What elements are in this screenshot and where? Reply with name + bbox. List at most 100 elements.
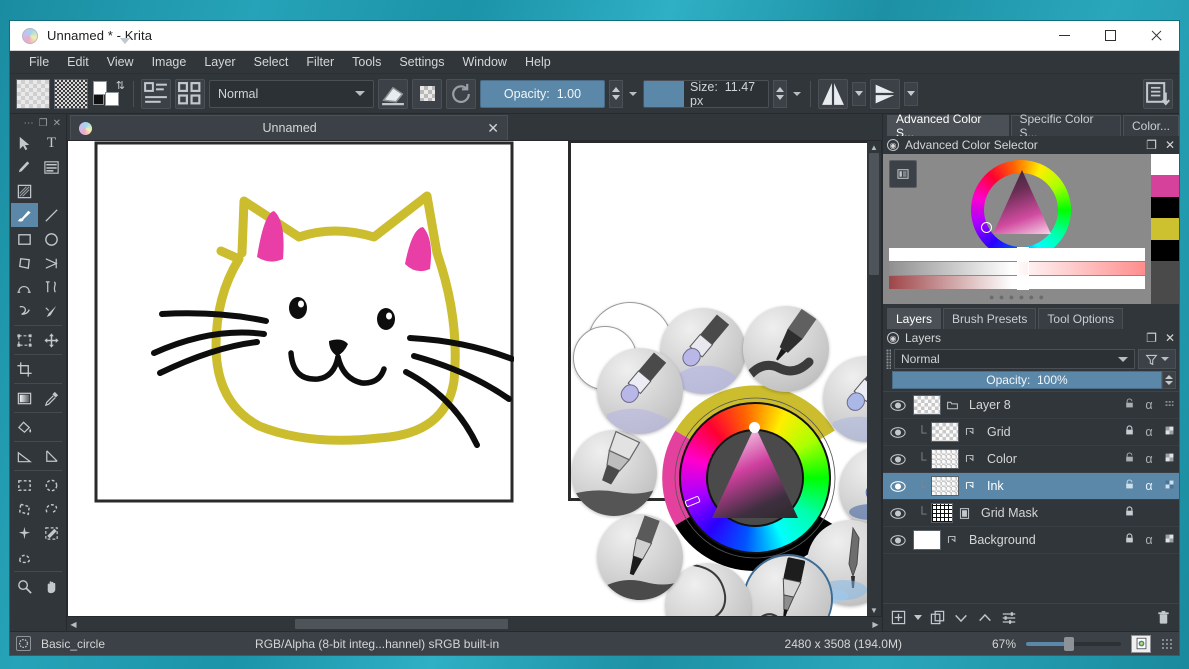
minimize-button[interactable] [1041, 21, 1087, 50]
layer-name[interactable]: Grid Mask [975, 506, 1119, 520]
document-tab[interactable]: Unnamed ✕ [70, 115, 508, 140]
layer-style-icon[interactable] [1159, 533, 1179, 547]
elliptical-selection-tool[interactable] [38, 473, 65, 497]
layer-list[interactable]: Layer 8 α [883, 391, 1179, 603]
layer-name[interactable]: Background [963, 533, 1119, 547]
history-swatch-3[interactable] [1151, 218, 1179, 239]
layer-opacity-slider[interactable]: Opacity: 100% [892, 371, 1162, 389]
mirror-horizontal-button[interactable] [818, 79, 848, 109]
mirror-vertical-button[interactable] [870, 79, 900, 109]
layer-lock-icon[interactable] [1119, 452, 1139, 466]
history-swatch-2[interactable] [1151, 197, 1179, 218]
layer-alpha-icon[interactable]: α [1139, 452, 1159, 466]
layer-alpha-icon[interactable]: α [1139, 425, 1159, 439]
layer-style-icon[interactable] [1159, 398, 1179, 412]
layer-blending-mode-combobox[interactable]: Normal [894, 349, 1135, 369]
mirror-horizontal-options[interactable] [852, 82, 866, 106]
layer-thumbnail[interactable] [931, 503, 953, 523]
table-row[interactable]: └ Grid α [883, 419, 1179, 446]
tab-tool-options[interactable]: Tool Options [1038, 308, 1123, 329]
workspace-chooser-button[interactable] [1143, 79, 1173, 109]
move-layer-up-button[interactable] [977, 610, 993, 626]
add-layer-button[interactable] [891, 610, 906, 625]
polygonal-selection-tool[interactable] [11, 497, 38, 521]
layer-visibility-toggle[interactable] [883, 399, 913, 412]
tab-advanced-color-selector[interactable]: Advanced Color S... [887, 115, 1009, 136]
layer-lock-icon[interactable] [1119, 398, 1139, 412]
brush-slot-ink-pen-black[interactable] [597, 514, 683, 600]
table-row[interactable]: Layer 8 α [883, 392, 1179, 419]
table-row[interactable]: Background α [883, 527, 1179, 554]
close-docker-icon[interactable]: ✕ [53, 118, 61, 129]
background-color-swatch[interactable] [93, 94, 104, 105]
tab-layers[interactable]: Layers [887, 308, 941, 329]
layer-properties-button[interactable] [1001, 610, 1017, 626]
polyline-tool[interactable] [38, 251, 65, 275]
delete-layer-button[interactable] [1156, 610, 1171, 625]
layer-name[interactable]: Ink [981, 479, 1119, 493]
close-docker-icon[interactable]: ✕ [1165, 138, 1175, 152]
menu-tools[interactable]: Tools [343, 52, 390, 72]
scroll-left-icon[interactable]: ◀ [67, 620, 80, 629]
menu-select[interactable]: Select [245, 52, 298, 72]
canvas-vertical-scrollbar[interactable]: ▲ ▼ [867, 141, 881, 616]
color-history-strip[interactable] [1151, 154, 1179, 304]
crop-tool[interactable] [11, 357, 38, 381]
table-row[interactable]: └ Ink α [883, 473, 1179, 500]
scroll-up-icon[interactable]: ▲ [867, 141, 881, 153]
shade-bar-cursor-1[interactable] [1017, 247, 1029, 262]
perspective-assistant-tool[interactable] [38, 444, 65, 468]
menu-edit[interactable]: Edit [58, 52, 98, 72]
pattern-swatch[interactable] [54, 79, 88, 109]
color-shade-bars[interactable] [889, 248, 1145, 290]
line-tool[interactable] [38, 203, 65, 227]
menu-window[interactable]: Window [454, 52, 516, 72]
shape-select-tool[interactable] [11, 131, 38, 155]
advanced-color-selector[interactable]: ● ● ● ● ● ● [883, 154, 1179, 304]
scroll-down-icon[interactable]: ▼ [867, 604, 881, 616]
menu-filter[interactable]: Filter [297, 52, 343, 72]
horizontal-scroll-thumb[interactable] [295, 619, 508, 629]
layer-thumbnail[interactable] [913, 530, 941, 550]
canvas-viewport[interactable]: › Ink_gpen_10 ▲ ▼ [67, 140, 882, 617]
layer-style-icon[interactable] [1159, 425, 1179, 439]
choose-brush-preset-button[interactable] [175, 79, 205, 109]
duplicate-layer-button[interactable] [930, 610, 945, 625]
layer-name[interactable]: Color [981, 452, 1119, 466]
layer-alpha-icon[interactable]: α [1139, 398, 1159, 412]
text-tool[interactable]: T [38, 131, 65, 155]
blending-mode-combobox[interactable]: Normal [209, 80, 374, 108]
layer-alpha-icon[interactable]: α [1139, 533, 1159, 547]
rectangular-selection-tool[interactable] [11, 473, 38, 497]
pan-tool[interactable] [38, 574, 65, 598]
gradient-swatch[interactable] [16, 79, 50, 109]
opacity-dropdown-icon[interactable] [629, 92, 637, 96]
history-swatch-1[interactable] [1151, 175, 1179, 196]
gradient-tool[interactable] [11, 386, 38, 410]
reload-preset-button[interactable] [446, 79, 476, 109]
size-spinner[interactable] [773, 80, 787, 108]
layer-visibility-toggle[interactable] [883, 534, 913, 547]
move-tool[interactable] [38, 328, 65, 352]
preserve-alpha-button[interactable] [412, 79, 442, 109]
layer-name[interactable]: Grid [981, 425, 1119, 439]
close-tab-icon[interactable]: ✕ [487, 120, 499, 137]
shade-bar-dark-red-to-white[interactable] [889, 276, 1145, 289]
menu-settings[interactable]: Settings [390, 52, 453, 72]
shade-bar-cursor-2[interactable] [1017, 261, 1029, 276]
layer-style-icon[interactable] [1159, 479, 1179, 493]
polygon-tool[interactable] [11, 251, 38, 275]
layer-filter-button[interactable] [1138, 349, 1176, 369]
freehand-path-tool[interactable] [38, 275, 65, 299]
zoom-tool[interactable] [11, 574, 38, 598]
layer-visibility-toggle[interactable] [883, 507, 913, 520]
calligraphy-tool[interactable] [38, 155, 65, 179]
size-slider[interactable]: Size: 11.47 px [643, 80, 769, 108]
docker-resize-dots[interactable]: ● ● ● ● ● ● [883, 292, 1151, 302]
docker-drag-grip[interactable] [886, 349, 891, 369]
layer-lock-icon[interactable] [1119, 425, 1139, 439]
table-row[interactable]: └ Color α [883, 446, 1179, 473]
multibrush-tool[interactable] [38, 299, 65, 323]
contiguous-selection-tool[interactable] [11, 521, 38, 545]
menu-help[interactable]: Help [516, 52, 560, 72]
